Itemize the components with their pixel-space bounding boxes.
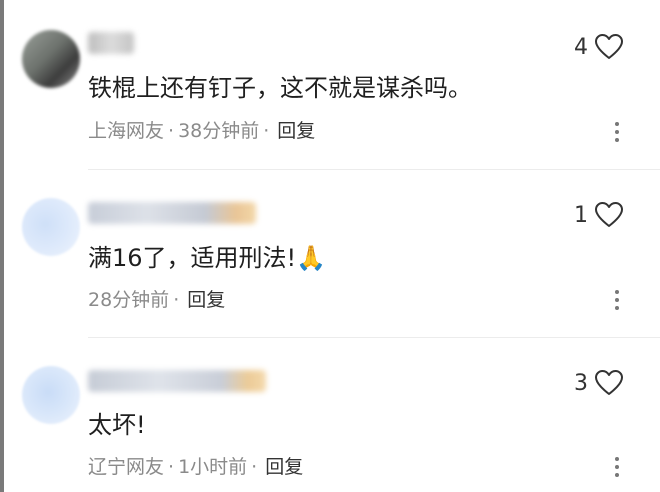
comment-time: 38分钟前: [178, 120, 260, 142]
like-count: 4: [574, 34, 588, 60]
like-button[interactable]: 3: [574, 369, 624, 397]
comment-divider: [88, 169, 660, 170]
comment-location: 辽宁网友: [88, 456, 165, 478]
comment-meta: 上海网友 · 38分钟前 · 回复: [88, 119, 315, 143]
comment-divider: [88, 337, 660, 338]
like-button[interactable]: 1: [574, 201, 624, 229]
meta-separator: ·: [168, 456, 175, 478]
heart-outline-icon: [594, 33, 624, 61]
meta-separator: ·: [251, 456, 258, 478]
avatar[interactable]: [22, 366, 80, 424]
reply-button[interactable]: 回复: [277, 120, 315, 142]
vertical-dots-icon[interactable]: [614, 456, 620, 478]
comment-text: 满16了，适用刑法!: [88, 244, 297, 272]
comment-location: 上海网友: [88, 120, 165, 142]
vertical-dots-icon[interactable]: [614, 289, 620, 311]
pray-emoji: 🙏: [296, 244, 327, 272]
comment-meta: 辽宁网友 · 1小时前 · 回复: [88, 455, 303, 479]
comment-text: 铁棍上还有钉子，这不就是谋杀吗。: [88, 74, 472, 102]
like-count: 3: [574, 370, 588, 396]
like-count: 1: [574, 202, 588, 228]
username-blurred[interactable]: [88, 32, 134, 54]
meta-separator: ·: [168, 120, 175, 142]
reply-button[interactable]: 回复: [187, 289, 225, 311]
vertical-dots-icon[interactable]: [614, 121, 620, 143]
comment-text: 太坏!: [88, 411, 146, 439]
reply-button[interactable]: 回复: [265, 456, 303, 478]
avatar[interactable]: [22, 30, 80, 88]
avatar[interactable]: [22, 198, 80, 256]
username-blurred[interactable]: [88, 370, 266, 392]
comment-text-row: 满16了，适用刑法!🙏: [88, 243, 326, 273]
username-blurred[interactable]: [88, 202, 256, 224]
meta-separator: ·: [173, 289, 180, 311]
left-edge-border: [0, 0, 4, 492]
comment-time: 28分钟前: [88, 289, 170, 311]
comment-time: 1小时前: [178, 456, 248, 478]
meta-separator: ·: [263, 120, 270, 142]
heart-outline-icon: [594, 201, 624, 229]
like-button[interactable]: 4: [574, 33, 624, 61]
comment-meta: 28分钟前 · 回复: [88, 288, 225, 312]
heart-outline-icon: [594, 369, 624, 397]
comment-list: 铁棍上还有钉子，这不就是谋杀吗。 上海网友 · 38分钟前 · 回复 4 满16了，适用…: [0, 0, 660, 492]
